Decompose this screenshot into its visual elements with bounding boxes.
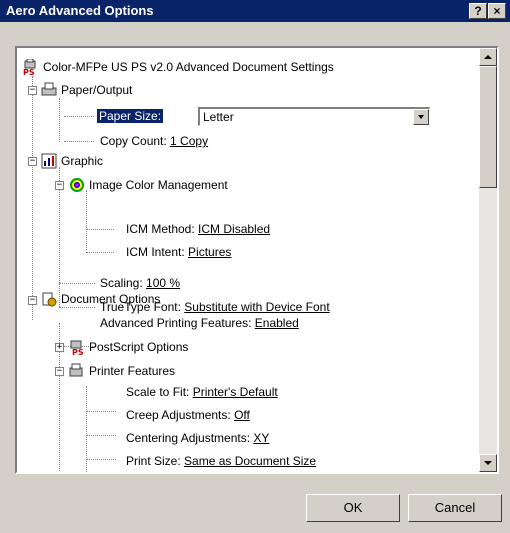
centering-label: Centering Adjustments: bbox=[126, 431, 251, 445]
tree-printer-features[interactable]: Printer Features bbox=[69, 362, 175, 380]
scaling-value: 100 % bbox=[146, 276, 181, 290]
adv-printing-label: Advanced Printing Features: bbox=[100, 316, 252, 330]
tree-document-options[interactable]: Document Options bbox=[41, 290, 160, 308]
tree-icm[interactable]: Image Color Management bbox=[69, 176, 228, 194]
paper-size-value: Letter bbox=[203, 110, 234, 124]
printer-features-label: Printer Features bbox=[89, 364, 176, 378]
graphic-label: Graphic bbox=[61, 154, 104, 168]
tree-icm-intent[interactable]: ICM Intent: Pictures bbox=[126, 243, 231, 261]
creep-label: Creep Adjustments: bbox=[126, 408, 231, 422]
title-bar[interactable]: Aero Advanced Options ? × bbox=[0, 0, 510, 22]
creep-value: Off bbox=[234, 408, 250, 422]
document-options-label: Document Options bbox=[61, 292, 161, 306]
tree-copy-count[interactable]: Copy Count: 1 Copy bbox=[100, 132, 208, 150]
tree-root[interactable]: PS Color-MFPe US PS v2.0 Advanced Docume… bbox=[23, 58, 334, 77]
tree-graphic[interactable]: Graphic bbox=[41, 152, 103, 170]
scale-fit-label: Scale to Fit: bbox=[126, 385, 190, 399]
close-button[interactable]: × bbox=[488, 3, 506, 19]
tree-scale-to-fit[interactable]: Scale to Fit: Printer's Default bbox=[126, 383, 278, 401]
paper-size-label: Paper Size: bbox=[97, 109, 164, 123]
icm-method-value: ICM Disabled bbox=[198, 222, 271, 236]
print-size-label: Print Size: bbox=[126, 454, 181, 468]
cancel-button[interactable]: Cancel bbox=[408, 494, 502, 522]
tree-creep-adjustments[interactable]: Creep Adjustments: Off bbox=[126, 406, 250, 424]
copy-count-label: Copy Count: bbox=[100, 134, 167, 148]
document-options-icon bbox=[41, 291, 57, 307]
printer-features-icon bbox=[69, 363, 85, 379]
svg-text:PS: PS bbox=[72, 348, 84, 355]
printer-ps-icon: PS bbox=[23, 58, 39, 77]
settings-tree-view[interactable]: − − − − + − PS Color-MFPe US PS v2.0 Adv… bbox=[15, 46, 499, 474]
scale-fit-value: Printer's Default bbox=[192, 385, 278, 399]
tree-icm-method[interactable]: ICM Method: ICM Disabled bbox=[126, 220, 270, 238]
paper-size-dropdown[interactable]: Letter bbox=[198, 107, 430, 126]
truetype-value: Substitute with Device Font bbox=[184, 300, 330, 314]
scroll-thumb[interactable] bbox=[479, 66, 497, 188]
scroll-down-button[interactable] bbox=[479, 454, 497, 472]
adv-printing-value: Enabled bbox=[254, 316, 299, 330]
help-button[interactable]: ? bbox=[469, 3, 487, 19]
expander-graphic[interactable]: − bbox=[28, 157, 37, 166]
tree-postscript-options[interactable]: PS PostScript Options bbox=[69, 338, 189, 357]
chevron-down-icon[interactable] bbox=[413, 109, 429, 125]
vertical-scrollbar[interactable] bbox=[479, 48, 497, 472]
svg-text:PS: PS bbox=[23, 68, 35, 75]
icm-label: Image Color Management bbox=[89, 178, 228, 192]
ok-button[interactable]: OK bbox=[306, 494, 400, 522]
tree-centering-adjustments[interactable]: Centering Adjustments: XY bbox=[126, 429, 269, 447]
expander-paper-output[interactable]: − bbox=[28, 86, 37, 95]
color-management-icon bbox=[69, 177, 85, 193]
tree-advanced-printing[interactable]: Advanced Printing Features: Enabled bbox=[100, 314, 299, 332]
print-size-value: Same as Document Size bbox=[184, 454, 317, 468]
graphic-chart-icon bbox=[41, 153, 57, 169]
window-title: Aero Advanced Options bbox=[6, 3, 154, 18]
icm-intent-label: ICM Intent: bbox=[126, 245, 185, 259]
icm-intent-value: Pictures bbox=[188, 245, 232, 259]
paper-output-label: Paper/Output bbox=[61, 83, 133, 97]
root-label: Color-MFPe US PS v2.0 Advanced Document … bbox=[43, 60, 334, 74]
postscript-icon: PS bbox=[69, 339, 85, 357]
scaling-label: Scaling: bbox=[100, 276, 143, 290]
scroll-up-button[interactable] bbox=[479, 48, 497, 66]
paper-output-icon bbox=[41, 82, 57, 98]
icm-method-label: ICM Method: bbox=[126, 222, 195, 236]
postscript-label: PostScript Options bbox=[89, 340, 189, 354]
expander-postscript-options[interactable]: + bbox=[55, 343, 64, 352]
tree-paper-output[interactable]: Paper/Output bbox=[41, 81, 132, 99]
expander-document-options[interactable]: − bbox=[28, 296, 37, 305]
expander-icm[interactable]: − bbox=[55, 181, 64, 190]
tree-paper-size[interactable]: Paper Size: bbox=[97, 107, 164, 125]
copy-count-value: 1 Copy bbox=[170, 134, 209, 148]
centering-value: XY bbox=[253, 431, 270, 445]
tree-print-size[interactable]: Print Size: Same as Document Size bbox=[126, 452, 316, 470]
expander-printer-features[interactable]: − bbox=[55, 367, 64, 376]
